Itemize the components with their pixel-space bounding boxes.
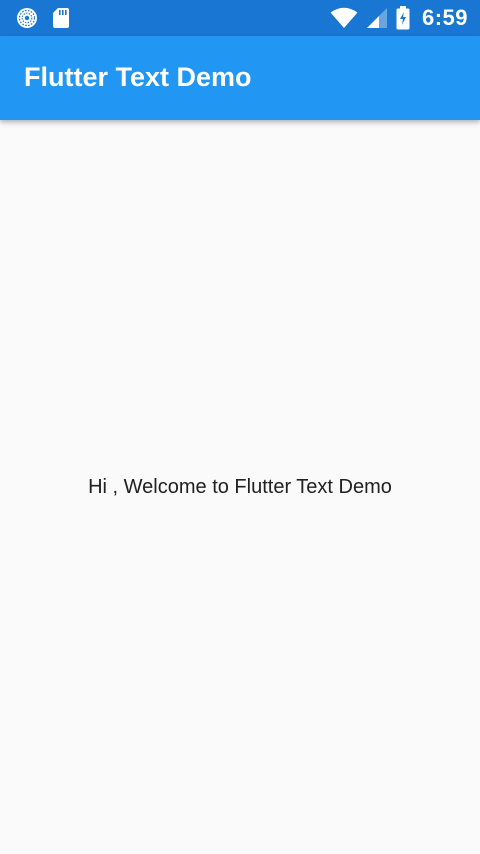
- status-bar-left: [16, 7, 70, 29]
- cellular-signal-icon: [366, 8, 387, 28]
- body: Hi , Welcome to Flutter Text Demo: [0, 120, 480, 854]
- sd-card-icon: [53, 8, 69, 28]
- status-bar: 6:59: [0, 0, 480, 36]
- screen: 6:59 Flutter Text Demo Hi , Welcome to F…: [0, 0, 480, 854]
- status-bar-time: 6:59: [421, 5, 468, 30]
- notification-icon: [17, 8, 37, 28]
- welcome-text: Hi , Welcome to Flutter Text Demo: [88, 476, 392, 498]
- app-bar: Flutter Text Demo: [0, 36, 480, 120]
- battery-charging-icon: [396, 6, 410, 30]
- wifi-icon: [330, 7, 358, 28]
- app-bar-title: Flutter Text Demo: [24, 62, 252, 92]
- status-bar-right: 6:59: [330, 5, 468, 31]
